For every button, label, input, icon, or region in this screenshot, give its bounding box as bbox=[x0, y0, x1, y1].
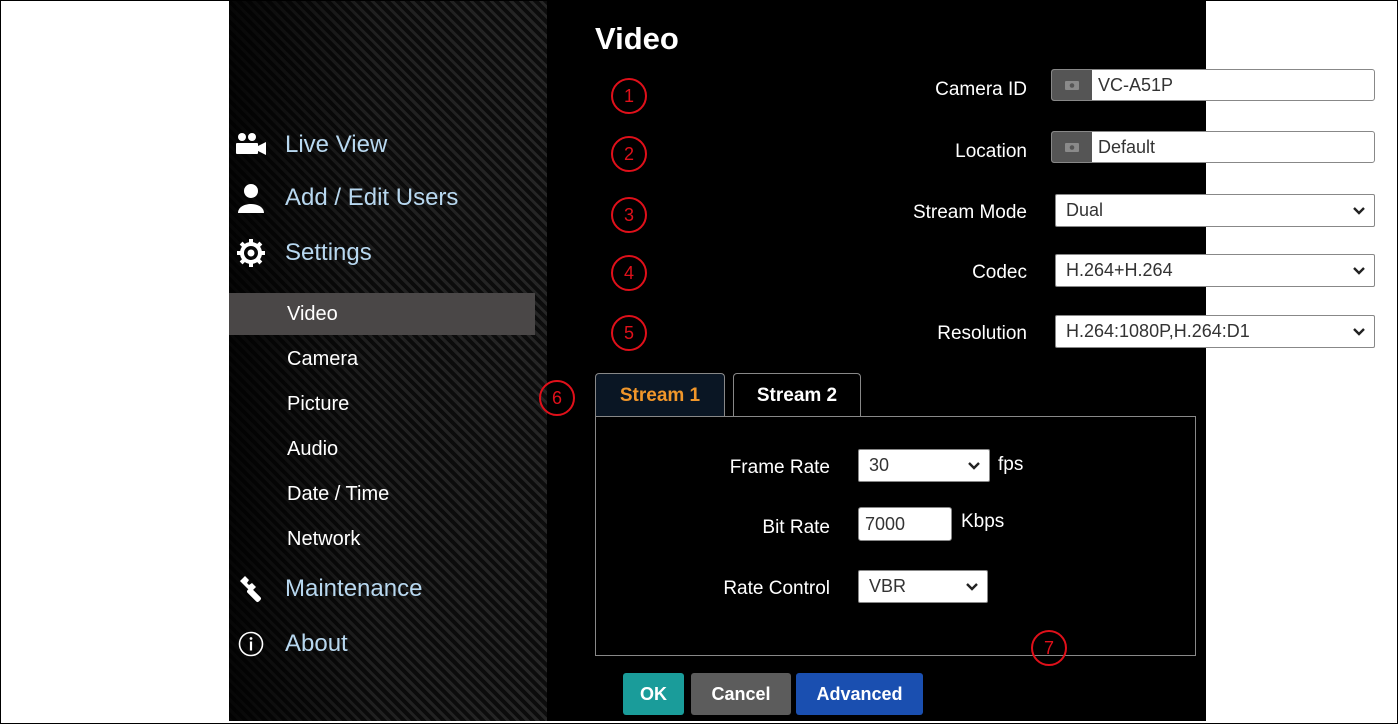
camera-id-field[interactable]: VC-A51P bbox=[1051, 69, 1375, 101]
subnav-camera-label: Camera bbox=[287, 347, 359, 370]
subnav-network[interactable]: Network bbox=[229, 518, 535, 560]
frame-rate-value: 30 bbox=[869, 455, 890, 475]
location-label: Location bbox=[955, 141, 1027, 162]
stream-mode-label: Stream Mode bbox=[912, 202, 1027, 223]
ok-button[interactable]: OK bbox=[623, 673, 684, 715]
subnav-picture-label: Picture bbox=[287, 392, 350, 415]
screenshot-frame: Live View Add / Edit Users Settings Vide… bbox=[0, 0, 1398, 724]
advanced-button[interactable]: Advanced bbox=[796, 673, 923, 715]
resolution-select[interactable]: H.264:1080P,H.264:D1 bbox=[1055, 315, 1375, 348]
stream-mode-value: Dual bbox=[1066, 200, 1104, 220]
callout-marker-5: 5 bbox=[611, 315, 647, 351]
camera-id-lock-icon bbox=[1052, 70, 1092, 100]
nav-about-label: About bbox=[285, 630, 348, 657]
nav-settings[interactable]: Settings bbox=[229, 233, 372, 273]
nav-live-view-label: Live View bbox=[285, 131, 388, 158]
subnav-audio[interactable]: Audio bbox=[229, 428, 535, 470]
callout-marker-4: 4 bbox=[611, 255, 647, 291]
tab-stream-1[interactable]: Stream 1 bbox=[595, 373, 725, 417]
callout-marker-6: 6 bbox=[539, 380, 575, 416]
nav-maintenance[interactable]: Maintenance bbox=[229, 569, 422, 609]
nav-settings-label: Settings bbox=[285, 239, 372, 266]
web-ui-screen: Live View Add / Edit Users Settings Vide… bbox=[229, 1, 1375, 721]
stream-mode-select[interactable]: Dual bbox=[1055, 194, 1375, 227]
gear-icon bbox=[231, 239, 271, 267]
location-field[interactable]: Default bbox=[1051, 131, 1375, 163]
chevron-down-icon bbox=[1353, 266, 1365, 275]
sidebar: Live View Add / Edit Users Settings Vide… bbox=[229, 1, 547, 721]
tab-stream-2[interactable]: Stream 2 bbox=[733, 373, 861, 417]
nav-add-edit-users[interactable]: Add / Edit Users bbox=[229, 178, 458, 218]
chevron-down-icon bbox=[1353, 206, 1365, 215]
resolution-label: Resolution bbox=[937, 323, 1027, 344]
nav-about[interactable]: About bbox=[229, 624, 348, 664]
resolution-value: H.264:1080P,H.264:D1 bbox=[1066, 321, 1250, 341]
rate-control-select[interactable]: VBR bbox=[858, 570, 988, 603]
callout-marker-1: 1 bbox=[611, 78, 647, 114]
camera-users-icon bbox=[231, 132, 271, 158]
location-value: Default bbox=[1098, 136, 1156, 157]
codec-label: Codec bbox=[972, 262, 1027, 283]
stream-settings-panel: Frame Rate 30 fps Bit Rate 7000 Kbps Rat… bbox=[595, 416, 1196, 656]
rate-control-label: Rate Control bbox=[723, 578, 830, 599]
subnav-video-label: Video bbox=[287, 302, 338, 325]
camera-id-value: VC-A51P bbox=[1098, 74, 1174, 95]
subnav-camera[interactable]: Camera bbox=[229, 338, 535, 380]
rate-control-value: VBR bbox=[869, 576, 907, 596]
main-content: Video 1 Camera ID VC-A51P 2 Location Def… bbox=[539, 1, 1375, 721]
bit-rate-unit: Kbps bbox=[961, 511, 1005, 532]
nav-maintenance-label: Maintenance bbox=[285, 575, 423, 602]
subnav-date-time[interactable]: Date / Time bbox=[229, 473, 535, 515]
chevron-down-icon bbox=[968, 461, 980, 470]
callout-marker-7: 7 bbox=[1031, 630, 1067, 666]
wrench-icon bbox=[231, 575, 271, 603]
callout-marker-2: 2 bbox=[611, 136, 647, 172]
chevron-down-icon bbox=[1353, 327, 1365, 336]
info-icon bbox=[231, 631, 271, 657]
page-title: Video bbox=[595, 21, 679, 56]
chevron-down-icon bbox=[966, 582, 978, 591]
subnav-audio-label: Audio bbox=[287, 437, 339, 460]
subnav-video[interactable]: Video bbox=[229, 293, 535, 335]
bit-rate-label: Bit Rate bbox=[762, 517, 830, 538]
codec-value: H.264+H.264 bbox=[1066, 260, 1173, 280]
frame-rate-label: Frame Rate bbox=[729, 457, 830, 478]
frame-rate-unit: fps bbox=[998, 454, 1024, 475]
nav-add-edit-users-label: Add / Edit Users bbox=[285, 184, 459, 211]
frame-rate-select[interactable]: 30 bbox=[858, 449, 990, 482]
callout-marker-3: 3 bbox=[611, 197, 647, 233]
codec-select[interactable]: H.264+H.264 bbox=[1055, 254, 1375, 287]
cancel-button[interactable]: Cancel bbox=[691, 673, 791, 715]
nav-live-view[interactable]: Live View bbox=[229, 125, 387, 165]
subnav-date-time-label: Date / Time bbox=[287, 482, 390, 505]
subnav-picture[interactable]: Picture bbox=[229, 383, 535, 425]
user-icon bbox=[231, 183, 271, 213]
location-lock-icon bbox=[1052, 132, 1092, 162]
bit-rate-input[interactable]: 7000 bbox=[858, 507, 952, 541]
camera-id-label: Camera ID bbox=[935, 79, 1027, 100]
subnav-network-label: Network bbox=[287, 527, 361, 550]
